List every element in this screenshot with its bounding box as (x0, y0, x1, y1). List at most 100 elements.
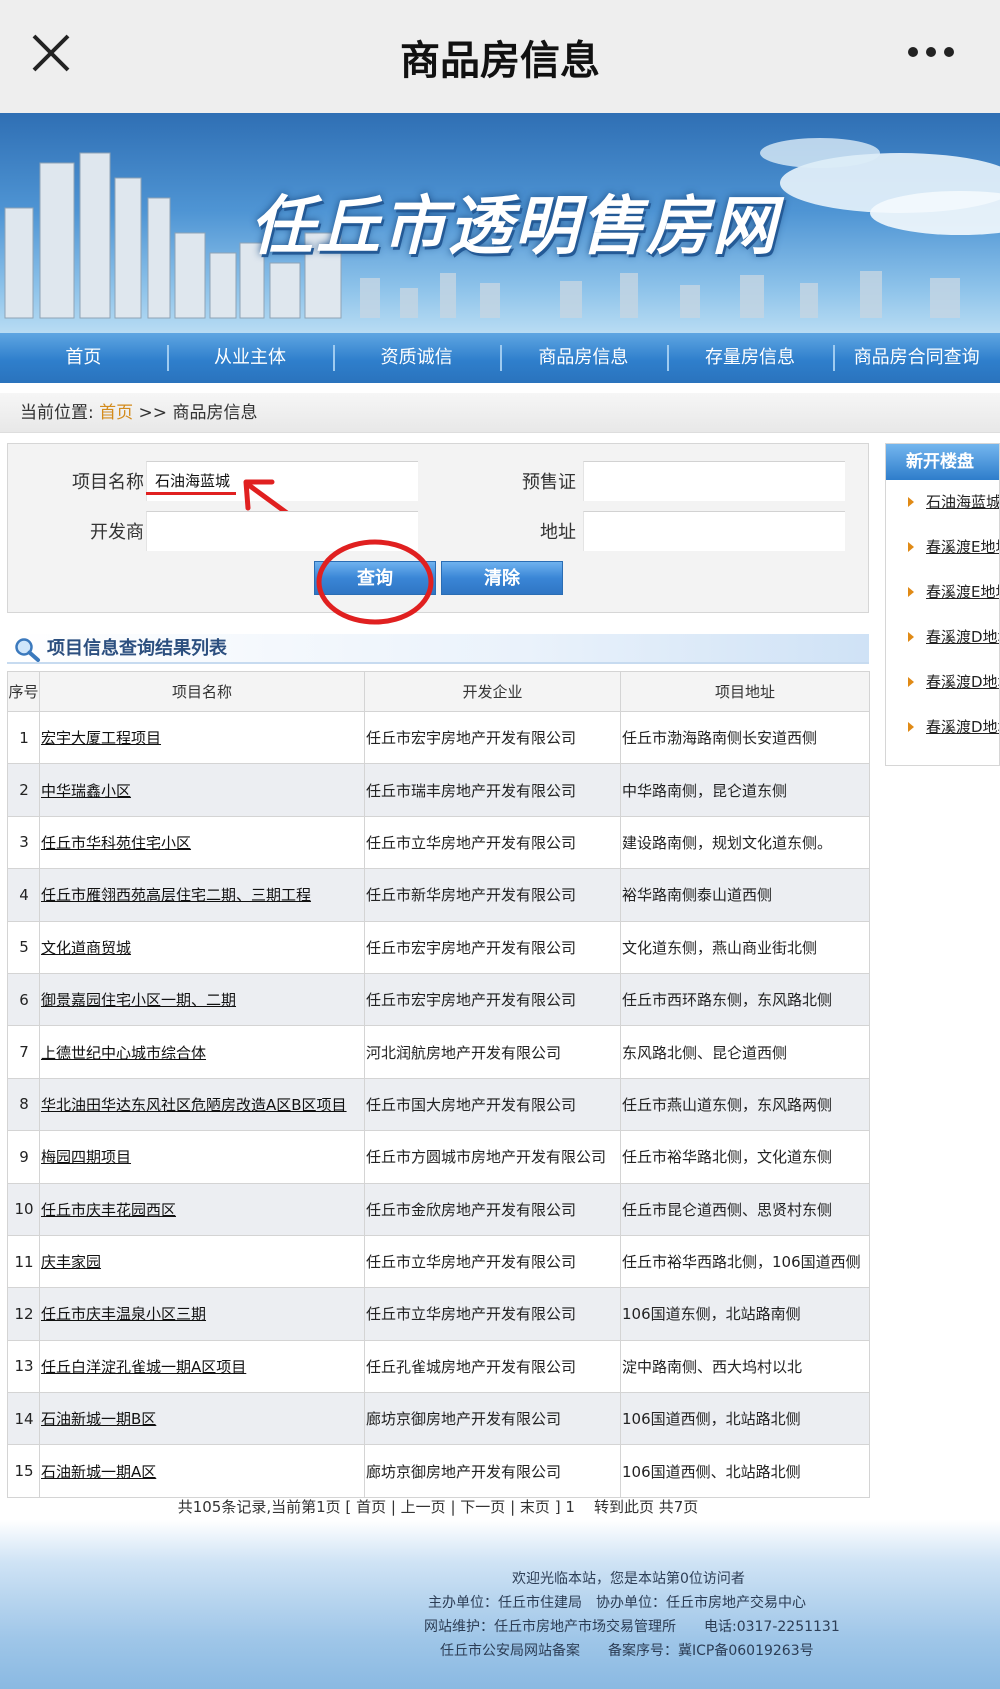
site-banner: 任丘市透明售房网 (0, 113, 1000, 333)
nav-credit[interactable]: 资质诚信 (333, 333, 500, 383)
nav-contract-query[interactable]: 商品房合同查询 (833, 333, 1000, 383)
row-developer: 河北润航房地产开发有限公司 (364, 1025, 621, 1079)
sidebar-item[interactable]: 春溪渡E地块 (886, 570, 999, 615)
developer-label: 开发商 (90, 522, 144, 543)
column-header-index: 序号 (7, 671, 40, 712)
sidebar-item[interactable]: 春溪渡D地块 (886, 705, 999, 750)
project-link[interactable]: 中华瑞鑫小区 (41, 782, 131, 800)
sidebar-title: 新开楼盘 (886, 444, 999, 480)
table-row: 1 宏宇大厦工程项目 任丘市宏宇房地产开发有限公司 任丘市渤海路南侧长安道西侧 (7, 710, 870, 765)
row-project-name[interactable]: 文化道商贸城 (39, 920, 365, 974)
table-row: 4 任丘市雁翎西苑高层住宅二期、三期工程 任丘市新华房地产开发有限公司 裕华路南侧泰山… (7, 868, 870, 922)
pager-prev[interactable]: 上一页 (401, 1498, 446, 1516)
row-index: 3 (7, 815, 40, 870)
row-project-name[interactable]: 石油新城一期B区 (39, 1392, 365, 1446)
project-link[interactable]: 华北油田华达东风社区危陋房改造A区B区项目 (41, 1096, 347, 1114)
results-table: 序号 项目名称 开发企业 项目地址 1 宏宇大厦工程项目 任丘市宏宇房地产开发有限公… (7, 671, 870, 1498)
project-link[interactable]: 宏宇大厦工程项目 (41, 729, 161, 747)
nav-practitioners[interactable]: 从业主体 (166, 333, 334, 383)
nav-new-housing[interactable]: 商品房信息 (500, 333, 667, 383)
row-project-name[interactable]: 任丘白洋淀孔雀城一期A区项目 (39, 1339, 365, 1394)
row-developer: 任丘市立华房地产开发有限公司 (364, 815, 621, 870)
project-link[interactable]: 梅园四期项目 (41, 1148, 131, 1166)
table-row: 12 任丘市庆丰温泉小区三期 任丘市立华房地产开发有限公司 106国道东侧，北站路南侧 (7, 1287, 870, 1341)
row-address: 建设路南侧，规划文化道东侧。 (620, 815, 870, 870)
pager-bracket: ] (554, 1498, 561, 1516)
clear-button[interactable]: 清除 (441, 561, 563, 595)
table-row: 10 任丘市庆丰花园西区 任丘市金欣房地产开发有限公司 任丘市昆仑道西侧、思贤村东侧 (7, 1182, 870, 1236)
pager-goto-button[interactable]: 转到此页 (594, 1498, 654, 1516)
row-project-name[interactable]: 石油新城一期A区 (39, 1444, 365, 1498)
project-link[interactable]: 任丘市雁翎西苑高层住宅二期、三期工程 (41, 886, 311, 904)
row-project-name[interactable]: 宏宇大厦工程项目 (39, 710, 365, 765)
row-index: 4 (7, 868, 40, 922)
table-row: 15 石油新城一期A区 廊坊京御房地产开发有限公司 106国道西侧、北站路北侧 (7, 1444, 870, 1498)
sidebar-item-label[interactable]: 春溪渡D地块 (926, 673, 999, 691)
project-link[interactable]: 任丘白洋淀孔雀城一期A区项目 (41, 1358, 246, 1376)
row-project-name[interactable]: 御景嘉园住宅小区一期、二期 (39, 972, 365, 1027)
row-address: 任丘市昆仑道西侧、思贤村东侧 (620, 1182, 870, 1236)
row-index: 5 (7, 920, 40, 974)
nav-home[interactable]: 首页 (0, 333, 167, 383)
pager-page-input[interactable]: 1 (565, 1498, 575, 1516)
pager-bracket: [ (345, 1498, 352, 1516)
footer-host: 主办单位：任丘市住建局 协办单位：任丘市房地产交易中心 (428, 1595, 806, 1611)
pager-next[interactable]: 下一页 (460, 1498, 505, 1516)
row-project-name[interactable]: 华北油田华达东风社区危陋房改造A区B区项目 (39, 1077, 365, 1132)
row-project-name[interactable]: 任丘市华科苑住宅小区 (39, 815, 365, 870)
project-link[interactable]: 御景嘉园住宅小区一期、二期 (41, 991, 236, 1009)
footer-maintain: 网站维护：任丘市房地产市场交易管理所 电话:0317-2251131 (424, 1619, 840, 1635)
project-link[interactable]: 任丘市庆丰花园西区 (41, 1201, 176, 1219)
breadcrumb-current: 商品房信息 (172, 403, 258, 423)
sidebar-item[interactable]: 春溪渡D地块 (886, 660, 999, 705)
row-project-name[interactable]: 任丘市庆丰花园西区 (39, 1182, 365, 1236)
results-heading: 项目信息查询结果列表 (7, 634, 869, 664)
row-address: 任丘市西环路东侧，东风路北侧 (620, 972, 870, 1027)
pager-last[interactable]: 末页 (520, 1498, 550, 1516)
presale-cert-input[interactable] (583, 461, 845, 501)
row-project-name[interactable]: 任丘市雁翎西苑高层住宅二期、三期工程 (39, 868, 365, 922)
row-address: 任丘市渤海路南侧长安道西侧 (620, 710, 870, 765)
row-address: 裕华路南侧泰山道西侧 (620, 868, 870, 922)
sidebar-item-label[interactable]: 春溪渡E地块 (926, 538, 999, 556)
row-project-name[interactable]: 任丘市庆丰温泉小区三期 (39, 1287, 365, 1341)
sidebar-item[interactable]: 石油海蓝城 (886, 480, 999, 525)
more-icon[interactable] (906, 44, 956, 60)
sidebar-item-label[interactable]: 春溪渡E地块 (926, 583, 999, 601)
arrow-bullet-icon (908, 677, 914, 687)
pager-first[interactable]: 首页 (356, 1498, 386, 1516)
app-bar: 商品房信息 (0, 0, 1000, 113)
row-developer: 任丘市宏宇房地产开发有限公司 (364, 972, 621, 1027)
project-link[interactable]: 任丘市庆丰温泉小区三期 (41, 1305, 206, 1323)
column-header-developer: 开发企业 (364, 671, 621, 712)
sidebar-item-label[interactable]: 石油海蓝城 (926, 493, 999, 511)
project-link[interactable]: 庆丰家园 (41, 1253, 101, 1271)
row-project-name[interactable]: 上德世纪中心城市综合体 (39, 1025, 365, 1079)
row-project-name[interactable]: 中华瑞鑫小区 (39, 763, 365, 817)
row-address: 106国道西侧、北站路北侧 (620, 1444, 870, 1498)
column-header-project: 项目名称 (39, 671, 365, 712)
sidebar-item[interactable]: 春溪渡E地块 (886, 525, 999, 570)
project-link[interactable]: 石油新城一期A区 (41, 1463, 156, 1481)
nav-existing-housing[interactable]: 存量房信息 (666, 333, 834, 383)
site-footer: 欢迎光临本站，您是本站第0位访问者 主办单位：任丘市住建局 协办单位：任丘市房地… (0, 1520, 1000, 1689)
row-address: 任丘市燕山道东侧，东风路两侧 (620, 1077, 870, 1132)
project-link[interactable]: 任丘市华科苑住宅小区 (41, 834, 191, 852)
sidebar-item[interactable]: 春溪渡D地块 (886, 615, 999, 660)
table-row: 7 上德世纪中心城市综合体 河北润航房地产开发有限公司 东风路北侧、昆仑道西侧 (7, 1025, 870, 1079)
row-address: 东风路北侧、昆仑道西侧 (620, 1025, 870, 1079)
arrow-bullet-icon (908, 632, 914, 642)
project-link[interactable]: 石油新城一期B区 (41, 1410, 156, 1428)
project-link[interactable]: 上德世纪中心城市综合体 (41, 1044, 206, 1062)
row-developer: 任丘市方圆城市房地产开发有限公司 (364, 1130, 621, 1184)
sidebar-item-label[interactable]: 春溪渡D地块 (926, 718, 999, 736)
project-link[interactable]: 文化道商贸城 (41, 939, 131, 957)
row-project-name[interactable]: 庆丰家园 (39, 1234, 365, 1289)
pagination: 共105条记录,当前第1页 [ 首页 | 上一页 | 下一页 | 末页 ] 1 … (177, 1498, 699, 1516)
breadcrumb-home-link[interactable]: 首页 (99, 403, 133, 423)
row-index: 12 (7, 1287, 40, 1341)
row-project-name[interactable]: 梅园四期项目 (39, 1130, 365, 1184)
address-input[interactable] (583, 511, 845, 551)
sidebar-item-label[interactable]: 春溪渡D地块 (926, 628, 999, 646)
breadcrumb-separator: >> (138, 403, 168, 423)
